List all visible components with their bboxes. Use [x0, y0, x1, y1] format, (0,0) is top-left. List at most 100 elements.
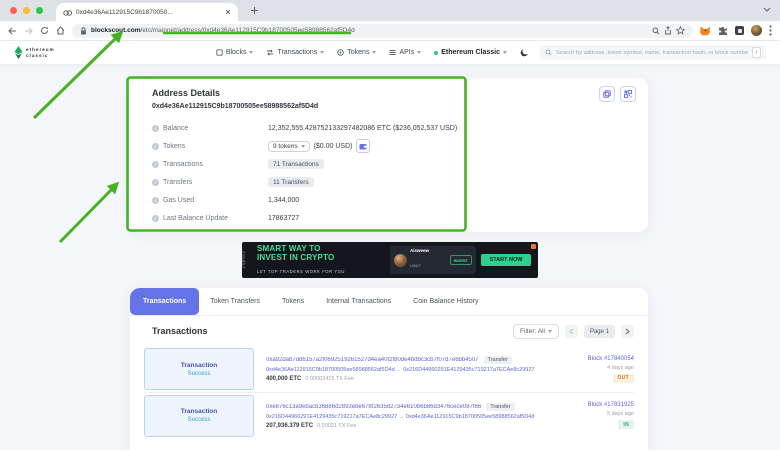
- tab-token-transfers[interactable]: Token Transfers: [199, 288, 271, 315]
- tab-tokens[interactable]: Tokens: [271, 288, 315, 315]
- page-body: Address Details 0xd4e36Ae112915C9b187005…: [0, 64, 780, 450]
- back-icon[interactable]: [8, 27, 17, 35]
- transaction-row: Transaction Success 0xe876c13a9ebacb3688…: [144, 392, 634, 438]
- transactions-card: Transactions Token Transfers Tokens Inte…: [130, 288, 648, 450]
- address-bar[interactable]: blockscout.com/etc/mainnet/address/0xd4e…: [72, 24, 693, 38]
- window-zoom-button[interactable]: [36, 7, 43, 14]
- tx-status: Success: [188, 417, 211, 423]
- info-icon: [152, 179, 159, 186]
- extensions-puzzle-icon[interactable]: [718, 26, 728, 36]
- ad-choices-icon[interactable]: [531, 244, 536, 249]
- arrow-right-icon: →: [396, 367, 402, 373]
- nav-item-apis[interactable]: APIs: [389, 49, 421, 56]
- list-controls: Filter: All Page 1: [513, 324, 634, 339]
- share-icon[interactable]: [664, 26, 672, 35]
- tab-internal-transactions[interactable]: Internal Transactions: [315, 288, 402, 315]
- tokens-label: Tokens: [163, 143, 185, 150]
- transfers-count-badge[interactable]: 11 Transfers: [268, 177, 314, 187]
- transactions-icon: [266, 49, 274, 56]
- prev-page-button[interactable]: [565, 325, 578, 338]
- tx-method-badge: Transfer: [484, 356, 512, 364]
- kebab-menu-icon[interactable]: [769, 25, 772, 36]
- tx-method-badge: Transfer: [486, 403, 514, 411]
- transfers-row: Transfers 11 Transfers: [152, 173, 634, 191]
- balance-value: 12,352,555.428752133297482086 ETC ($236,…: [268, 125, 457, 132]
- blocks-icon: [216, 49, 223, 56]
- filter-button[interactable]: Filter: All: [513, 324, 559, 339]
- arrow-right-icon: →: [399, 414, 405, 420]
- browser-tab-strip: 0xd4e36Ae112915C9b1870050...: [0, 0, 780, 21]
- window-close-button[interactable]: [10, 7, 17, 14]
- info-icon: [152, 143, 159, 150]
- search-icon[interactable]: [652, 27, 660, 35]
- tx-type: Transaction: [181, 408, 217, 415]
- browser-tab[interactable]: 0xd4e36Ae112915C9b1870050...: [56, 3, 238, 21]
- card-title: Address Details: [152, 88, 220, 98]
- info-icon: [152, 161, 159, 168]
- padlock-icon[interactable]: [80, 27, 87, 35]
- tab-coin-balance-history[interactable]: Coin Balance History: [402, 288, 489, 315]
- ad-cta-button[interactable]: START NOW: [481, 254, 531, 266]
- browser-window: 0xd4e36Ae112915C9b1870050...: [0, 0, 780, 450]
- transaction-meta: Block #17840054 4 days ago OUT: [554, 356, 634, 383]
- address-hash: 0xd4e36Ae112915C9b18700505ee58988562af5D…: [152, 103, 318, 110]
- gas-used-row: Gas Used 1,344,000: [152, 191, 634, 209]
- tx-from-link[interactable]: 0x216D44960291E4129435c719217a7ECAe8c299…: [266, 414, 397, 420]
- window-controls: [10, 7, 43, 14]
- tx-hash-link[interactable]: 0xe876c13a9ebacb36886d2893ebe678f2635d27…: [266, 404, 481, 410]
- chevron-down-icon: [548, 330, 552, 333]
- transaction-meta: Block #17831925 5 days ago IN: [554, 402, 634, 429]
- address-detail-rows: Balance 12,352,555.428752133297482086 ET…: [152, 119, 634, 227]
- new-tab-button[interactable]: [248, 4, 261, 17]
- page-number-badge: Page 1: [584, 325, 615, 338]
- site-logo[interactable]: ethereum classic: [14, 46, 55, 59]
- tx-to-link[interactable]: 0x216D44960291E4129435c719217a7ECAe8c299…: [403, 367, 534, 373]
- tx-hash-link[interactable]: 0xa92dab7dd6157a2f0692519261527d4ea40f2f…: [266, 357, 479, 363]
- nav-item-blocks[interactable]: Blocks: [216, 49, 254, 56]
- ad-banner[interactable]: Zignaly SMART WAY TO INVEST IN CRYPTO LE…: [242, 242, 538, 278]
- search-icon: [545, 49, 552, 56]
- tx-type: Transaction: [181, 362, 217, 369]
- qrcode-button[interactable]: [620, 86, 636, 102]
- profile-avatar[interactable]: [751, 25, 762, 36]
- tx-block-link[interactable]: Block #17831925: [588, 402, 634, 408]
- tx-from-link[interactable]: 0xd4e36Ae112915C9b18700505ee58988562af5D…: [266, 367, 395, 373]
- transactions-count-badge[interactable]: 71 Transactions: [268, 159, 324, 169]
- tx-to-link[interactable]: 0xd4e36Ae112915C9b18700505ee58988562af5D…: [406, 414, 535, 420]
- gas-used-value: 1,344,000: [268, 197, 299, 204]
- tx-value: 400,000 ETC: [266, 376, 301, 382]
- metamask-icon[interactable]: [700, 26, 711, 36]
- token-wallet-button[interactable]: [356, 139, 370, 153]
- transaction-type-tile: Transaction Success: [144, 395, 254, 437]
- copy-address-button[interactable]: [599, 86, 615, 102]
- tokens-dropdown[interactable]: 9 tokens: [268, 141, 310, 152]
- forward-icon[interactable]: [24, 27, 33, 35]
- ad-trader-card: Aisweew USDT INVEST: [390, 246, 476, 274]
- bookmark-star-icon[interactable]: [676, 26, 685, 35]
- next-page-button[interactable]: [621, 325, 634, 338]
- url-path: /etc/mainnet/address/0xd4e36Ae112915C9b1…: [140, 27, 354, 34]
- home-icon[interactable]: [56, 26, 65, 35]
- nav-label-apis: APIs: [399, 49, 414, 56]
- filter-label: Filter: All: [520, 328, 545, 335]
- tab-close-icon[interactable]: [225, 9, 231, 15]
- section-title: Transactions: [152, 326, 208, 336]
- tx-block-link[interactable]: Block #17840054: [588, 356, 634, 362]
- reload-icon[interactable]: [40, 26, 49, 35]
- window-minimize-button[interactable]: [23, 7, 30, 14]
- ad-invest-button[interactable]: INVEST: [450, 255, 472, 265]
- search-shortcut-badge: /: [752, 47, 761, 58]
- nav-item-transactions[interactable]: Transactions: [266, 49, 324, 56]
- tab-transactions[interactable]: Transactions: [130, 288, 199, 315]
- tab-search-chevron-icon[interactable]: [763, 7, 771, 12]
- tx-direction-badge: IN: [618, 420, 634, 429]
- transactions-label: Transactions: [163, 161, 203, 168]
- search-input[interactable]: [556, 50, 748, 56]
- card-actions: [599, 86, 636, 102]
- apis-icon: [389, 49, 396, 56]
- url-text: blockscout.com/etc/mainnet/address/0xd4e…: [91, 27, 648, 34]
- network-selector[interactable]: Ethereum Classic: [434, 49, 507, 56]
- dark-mode-moon-icon[interactable]: [520, 48, 529, 57]
- extension-icon[interactable]: [735, 26, 744, 35]
- nav-item-tokens[interactable]: Tokens: [337, 49, 376, 56]
